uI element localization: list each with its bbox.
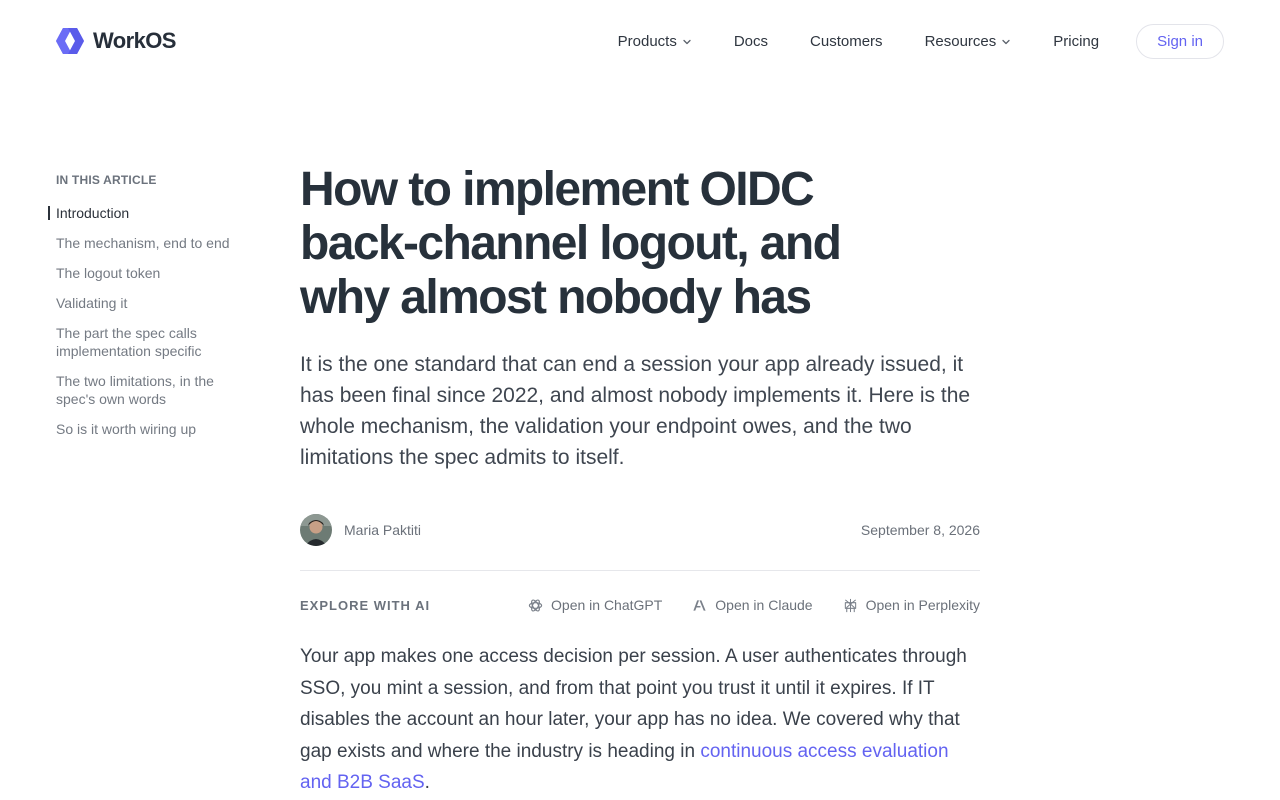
perplexity-icon — [844, 598, 856, 612]
toc-item-label: The mechanism, end to end — [56, 235, 230, 251]
toc-item-mechanism[interactable]: The mechanism, end to end — [56, 234, 246, 252]
divider — [300, 570, 980, 571]
workos-logo-icon — [56, 28, 84, 54]
article-intro-paragraph: Your app makes one access decision per s… — [300, 641, 980, 799]
main-nav: Products Docs Customers Resources Pricin… — [618, 24, 1224, 59]
article-meta: Maria Paktiti September 8, 2026 — [300, 514, 980, 546]
ai-link-label: Open in ChatGPT — [551, 597, 663, 613]
nav-resources-label: Resources — [924, 33, 997, 50]
toc-item-label: The logout token — [56, 265, 161, 281]
toc-active-marker — [48, 206, 50, 220]
toc-list: Introduction The mechanism, end to end T… — [48, 204, 246, 438]
nav-pricing-label: Pricing — [1053, 33, 1100, 50]
nav-resources[interactable]: Resources — [925, 33, 1012, 50]
open-in-chatgpt-link[interactable]: Open in ChatGPT — [528, 597, 662, 613]
nav-customers-label: Customers — [810, 33, 883, 50]
toc-item-worth-wiring[interactable]: So is it worth wiring up — [56, 420, 246, 438]
nav-pricing[interactable]: Pricing — [1053, 33, 1099, 50]
author-avatar — [300, 514, 332, 546]
sign-in-button[interactable]: Sign in — [1136, 24, 1224, 59]
site-header: WorkOS Products Docs Customers Resources… — [0, 0, 1280, 84]
nav-docs[interactable]: Docs — [734, 33, 768, 50]
nav-docs-label: Docs — [733, 33, 769, 50]
chatgpt-icon — [528, 598, 543, 612]
nav-customers[interactable]: Customers — [810, 33, 883, 50]
toc-heading: IN THIS ARTICLE — [56, 173, 157, 187]
author-byline[interactable]: Maria Paktiti — [300, 514, 421, 546]
workos-logo[interactable]: WorkOS — [56, 28, 176, 54]
claude-icon — [693, 599, 706, 611]
chevron-down-icon — [683, 39, 691, 44]
article-title: How to implement OIDC back-channel logou… — [300, 163, 842, 324]
toc-item-implementation-specific[interactable]: The part the spec calls implementation s… — [56, 324, 246, 360]
toc-item-validating[interactable]: Validating it — [56, 294, 246, 312]
toc-item-logout-token[interactable]: The logout token — [56, 264, 246, 282]
article-subtitle: It is the one standard that can end a se… — [300, 353, 971, 469]
publish-date: September 8, 2026 — [860, 522, 980, 538]
toc-item-label: The part the spec calls implementation s… — [56, 325, 202, 359]
author-name: Maria Paktiti — [344, 522, 422, 538]
toc-item-limitations[interactable]: The two limitations, in the spec's own w… — [56, 372, 246, 408]
toc-item-introduction[interactable]: Introduction — [48, 204, 246, 222]
table-of-contents: IN THIS ARTICLE Introduction The mechani… — [48, 173, 246, 450]
intro-end: . — [424, 772, 430, 793]
ai-link-label: Open in Perplexity — [865, 597, 980, 613]
nav-products-label: Products — [617, 33, 677, 50]
article: How to implement OIDC back-channel logou… — [300, 163, 980, 799]
toc-item-label: Introduction — [56, 205, 130, 221]
chevron-down-icon — [1002, 39, 1010, 44]
toc-item-label: So is it worth wiring up — [56, 421, 197, 437]
brand-name: WorkOS — [93, 28, 176, 53]
open-in-claude-link[interactable]: Open in Claude — [692, 597, 813, 613]
toc-item-label: Validating it — [56, 295, 128, 311]
ai-link-label: Open in Claude — [715, 597, 813, 613]
toc-item-label: The two limitations, in the spec's own w… — [56, 373, 214, 407]
explore-ai-label: EXPLORE WITH AI — [300, 597, 431, 613]
open-in-perplexity-link[interactable]: Open in Perplexity — [843, 597, 980, 613]
ai-links: Open in ChatGPT Open in Claude Open in P… — [528, 597, 980, 613]
explore-with-ai: EXPLORE WITH AI Open in ChatGPT Open in … — [300, 589, 980, 621]
nav-products[interactable]: Products — [618, 33, 692, 50]
